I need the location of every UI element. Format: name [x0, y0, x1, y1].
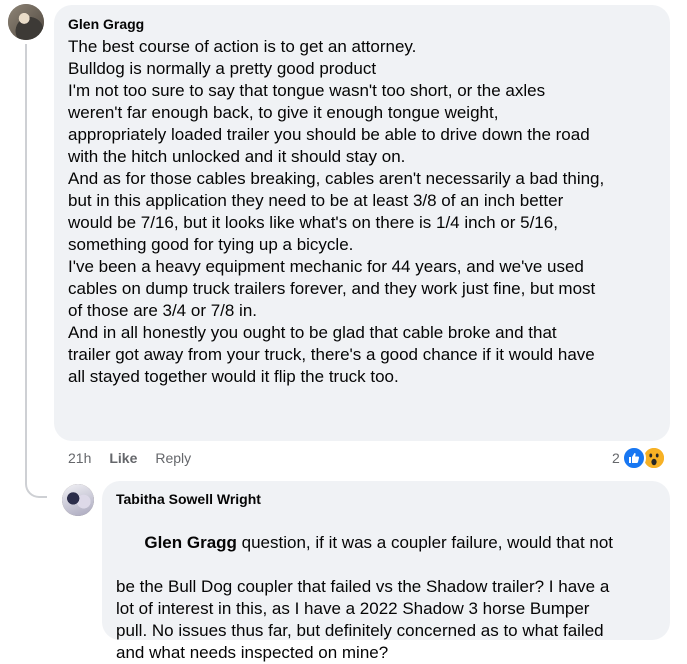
reply-line: pull. No issues thus far, but definitely… [116, 621, 604, 640]
reply-first-line-text: question, if it was a coupler failure, w… [236, 533, 614, 552]
reaction-count: 2 [612, 450, 620, 466]
reply-line: lot of interest in this, as I have a 202… [116, 599, 590, 618]
thread-line [25, 44, 27, 472]
comment-actions: 21h Like Reply [68, 450, 191, 466]
avatar-tabitha-sowell-wright[interactable] [62, 484, 94, 516]
comment-line: trailer got away from your truck, there'… [68, 345, 595, 364]
comment-line: but in this application they need to be … [68, 191, 564, 210]
comment-line: would be 7/16, but it looks like what's … [68, 213, 558, 232]
comment-line: I'm not too sure to say that tongue wasn… [68, 81, 546, 100]
reaction-summary[interactable]: 2 [612, 446, 666, 470]
comment-line: And as for those cables breaking, cables… [68, 169, 605, 188]
comment-line: And in all honestly you ought to be glad… [68, 323, 557, 342]
reply-line: and what needs inspected on mine? [116, 643, 389, 662]
comment-timestamp[interactable]: 21h [68, 450, 91, 466]
comment-author[interactable]: Glen Gragg [68, 15, 658, 33]
reply-bubble: Tabitha Sowell Wright Glen Gragg questio… [102, 481, 670, 662]
reply-first-line: Glen Gragg question, if it was a coupler… [116, 510, 658, 576]
comment-line: The best course of action is to get an a… [68, 37, 417, 56]
comment-line: cables on dump truck trailers forever, a… [68, 279, 596, 298]
comment-line: Bulldog is normally a pretty good produc… [68, 59, 377, 78]
comment-line: all stayed together would it flip the tr… [68, 367, 399, 386]
comment-line: I've been a heavy equipment mechanic for… [68, 257, 584, 276]
comment-line: with the hitch unlocked and it should st… [68, 147, 406, 166]
reply-button[interactable]: Reply [155, 450, 191, 466]
comment-line: of those are 3/4 or 7/8 in. [68, 301, 258, 320]
like-button[interactable]: Like [109, 450, 137, 466]
mention-link[interactable]: Glen Gragg [144, 533, 237, 552]
avatar-glen-gragg[interactable] [8, 4, 44, 40]
comment-line: weren't far enough back, to give it enou… [68, 103, 499, 122]
comment-line: appropriately loaded trailer you should … [68, 125, 590, 144]
comment-body: The best course of action is to get an a… [68, 36, 658, 388]
like-icon [621, 446, 646, 470]
comment-bubble: Glen Gragg The best course of action is … [54, 5, 670, 441]
reply-body: Glen Gragg question, if it was a coupler… [116, 510, 658, 664]
reply-connector [25, 470, 47, 498]
reply-author[interactable]: Tabitha Sowell Wright [116, 490, 658, 508]
reply-line: be the Bull Dog coupler that failed vs t… [116, 577, 610, 596]
comment-line: something good for tying up a bicycle. [68, 235, 354, 254]
